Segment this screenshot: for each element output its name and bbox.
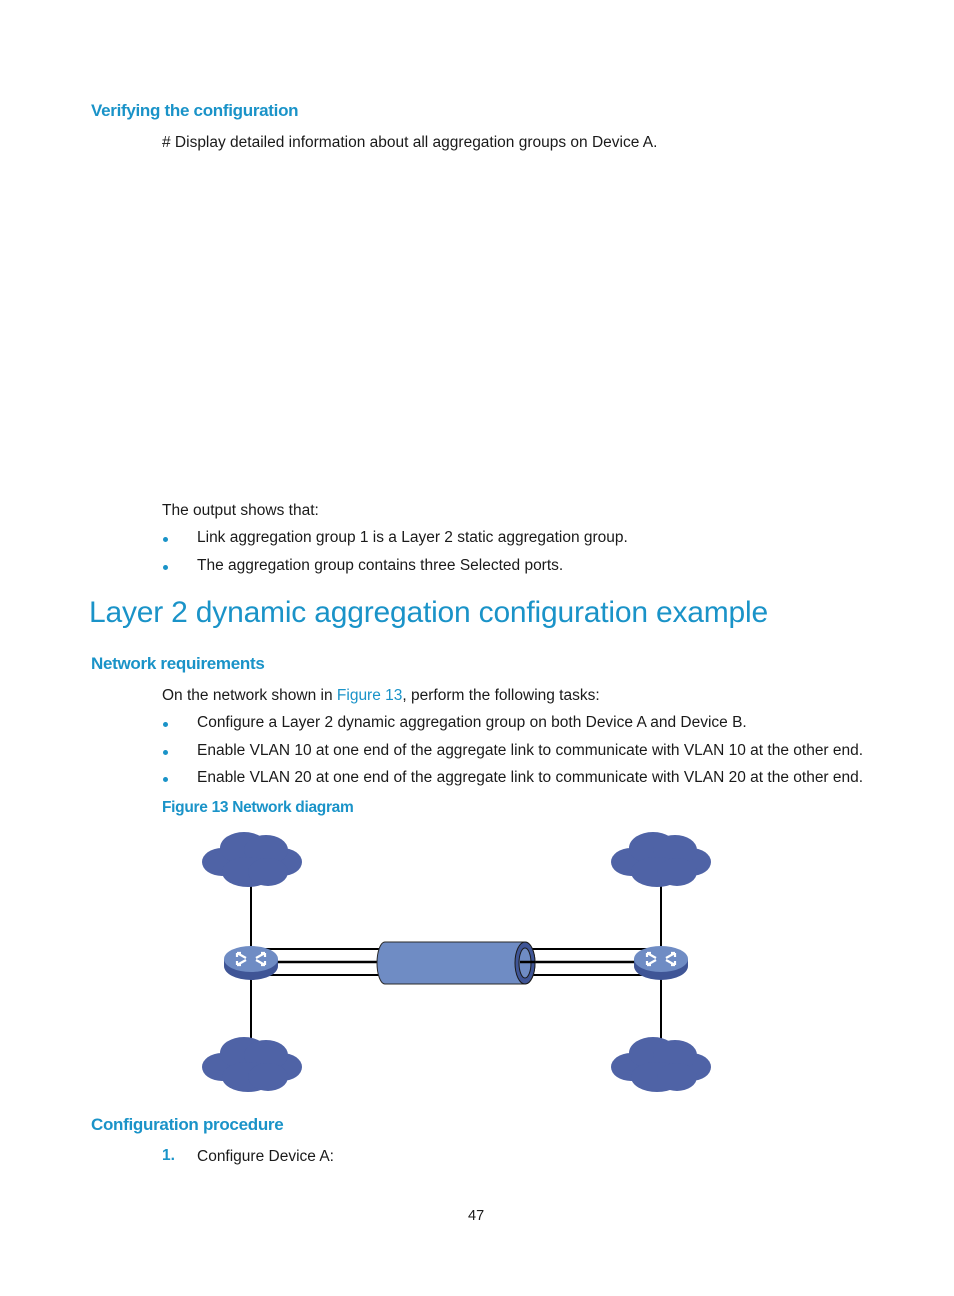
step-text: Configure Device A: (197, 1148, 334, 1165)
page-number: 47 (468, 1208, 485, 1224)
cloud-icon-top-right (611, 832, 711, 887)
switch-icon-device-a (222, 944, 280, 982)
switch-icon-device-b (632, 944, 690, 982)
heading-configuration-procedure: Configuration procedure (91, 1115, 284, 1134)
network-diagram (202, 832, 711, 1092)
cloud-icon-bottom-left (202, 1037, 302, 1092)
aggregate-link-tube-icon (376, 941, 536, 985)
cloud-icon-bottom-right (611, 1037, 711, 1092)
cloud-icon-top-left (202, 832, 302, 887)
step-number: 1. (162, 1147, 175, 1164)
